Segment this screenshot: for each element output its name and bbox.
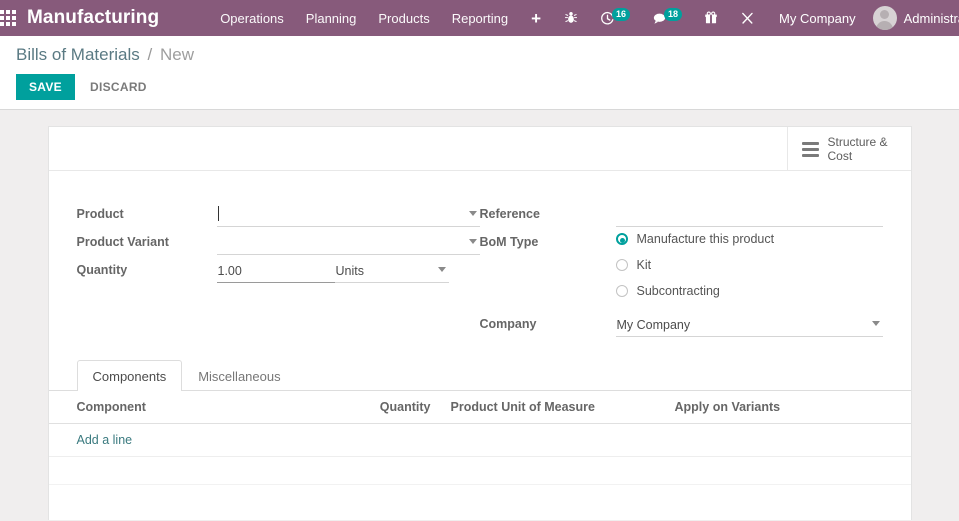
uom-input[interactable] xyxy=(334,259,449,283)
tab-components[interactable]: Components xyxy=(76,360,183,391)
field-product-variant-control xyxy=(216,231,480,255)
apps-menu-button[interactable] xyxy=(0,0,16,36)
field-product-variant-label: Product Variant xyxy=(76,235,169,249)
bom-type-option-subcontracting[interactable]: Subcontracting xyxy=(615,284,883,298)
field-company-control xyxy=(615,313,883,337)
tools-wrench-icon xyxy=(740,11,755,26)
field-reference-control xyxy=(615,203,883,227)
breadcrumb-current-new: New xyxy=(159,45,194,64)
breadcrumb: Bills of Materials / New xyxy=(16,45,943,65)
list-lines-icon xyxy=(801,141,819,157)
field-company-label: Company xyxy=(479,317,537,331)
form-column-right: Reference BoM Type Manufacture this prod… xyxy=(480,203,883,341)
field-product-row: Product xyxy=(77,203,480,228)
top-navbar: Manufacturing Operations Planning Produc… xyxy=(0,0,959,36)
save-button[interactable]: SAVE xyxy=(16,74,75,100)
bom-type-option-kit-label: Kit xyxy=(636,258,652,272)
notebook-tabs: Components Miscellaneous xyxy=(48,359,911,391)
discard-button[interactable]: DISCARD xyxy=(81,74,156,100)
breadcrumb-bills-of-materials[interactable]: Bills of Materials xyxy=(16,45,140,64)
components-table-body: Add a line xyxy=(48,423,911,513)
add-a-line-cell: Add a line xyxy=(48,423,911,457)
tools-menu-button[interactable] xyxy=(729,0,766,36)
menu-item-reporting[interactable]: Reporting xyxy=(441,3,519,34)
column-header-uom: Product Unit of Measure xyxy=(434,391,675,424)
product-input[interactable] xyxy=(216,203,480,227)
field-company-row: Company xyxy=(480,313,883,338)
product-variant-input[interactable] xyxy=(216,231,480,255)
field-quantity-label: Quantity xyxy=(76,263,128,277)
quantity-uom-wrap xyxy=(334,259,449,283)
table-filler-row xyxy=(48,456,911,485)
notebook: Components Miscellaneous Component Quant… xyxy=(48,359,911,513)
form-body: Product Product Variant Quantity 1.00 Un… xyxy=(49,171,911,341)
field-quantity-row: Quantity xyxy=(77,259,480,284)
company-switcher[interactable]: My Company xyxy=(766,11,869,26)
user-menu-button[interactable]: Administrator (d xyxy=(869,6,959,30)
radio-unselected-icon[interactable] xyxy=(615,285,628,297)
quantity-number-wrap xyxy=(216,259,335,283)
activity-menu-button[interactable]: 16 xyxy=(589,0,641,36)
bom-type-option-kit[interactable]: Kit xyxy=(615,258,883,272)
field-bom-type-label: BoM Type xyxy=(479,235,539,249)
radio-selected-icon[interactable] xyxy=(615,233,628,245)
field-reference-row: Reference xyxy=(480,203,883,228)
text-caret xyxy=(217,206,219,221)
add-a-line-row: Add a line xyxy=(48,423,911,457)
avatar xyxy=(872,6,897,30)
stat-button-bar: Structure & Cost xyxy=(48,127,911,171)
radio-unselected-icon[interactable] xyxy=(615,259,628,271)
messages-count-badge: 18 xyxy=(664,7,683,21)
systray: 16 18 My Company Administr xyxy=(553,0,959,36)
field-product-label: Product xyxy=(76,207,124,221)
form-sheet: Structure & Cost Product Product Variant… xyxy=(47,126,912,520)
bom-type-option-manufacture-label: Manufacture this product xyxy=(636,232,775,246)
reference-input[interactable] xyxy=(615,203,883,227)
gift-icon xyxy=(704,11,718,25)
bom-type-option-manufacture[interactable]: Manufacture this product xyxy=(615,232,883,246)
quantity-input[interactable] xyxy=(216,259,335,283)
activity-count-badge: 16 xyxy=(612,7,631,21)
structure-and-cost-label: Structure & Cost xyxy=(827,135,888,163)
apps-grid-icon xyxy=(0,10,16,26)
tab-miscellaneous[interactable]: Miscellaneous xyxy=(182,360,296,391)
components-table-head: Component Quantity Product Unit of Measu… xyxy=(48,391,911,424)
table-header-row: Component Quantity Product Unit of Measu… xyxy=(48,391,911,424)
column-header-variants: Apply on Variants xyxy=(674,391,911,424)
app-brand-manufacturing[interactable]: Manufacturing xyxy=(27,7,159,29)
menu-item-planning[interactable]: Planning xyxy=(295,3,368,34)
form-view-scroll-area: Structure & Cost Product Product Variant… xyxy=(0,110,959,520)
menu-item-products[interactable]: Products xyxy=(367,3,440,34)
components-line-table: Component Quantity Product Unit of Measu… xyxy=(48,391,911,513)
field-product-control xyxy=(216,203,480,227)
add-menu-button[interactable]: + xyxy=(519,6,553,31)
control-panel: Bills of Materials / New SAVE DISCARD xyxy=(0,36,959,110)
table-filler-row xyxy=(49,485,911,513)
column-header-component: Component xyxy=(48,391,349,424)
main-menu: Operations Planning Products Reporting + xyxy=(209,3,553,34)
form-column-left: Product Product Variant Quantity 1.00 Un… xyxy=(77,203,480,341)
structure-and-cost-button[interactable]: Structure & Cost xyxy=(786,127,911,171)
menu-item-operations[interactable]: Operations xyxy=(209,3,295,34)
column-header-quantity: Quantity xyxy=(348,391,435,424)
bom-type-option-subcontracting-label: Subcontracting xyxy=(636,284,720,298)
add-a-line-link[interactable]: Add a line xyxy=(77,433,133,447)
field-quantity-control xyxy=(216,259,480,283)
bom-type-radio-group: Manufacture this product Kit Subcontract… xyxy=(615,231,883,310)
field-product-variant-row: Product Variant xyxy=(77,231,480,256)
debug-bug-button[interactable] xyxy=(553,0,589,36)
breadcrumb-separator: / xyxy=(147,45,153,64)
user-name-label: Administrator (d xyxy=(903,10,959,26)
gift-menu-button[interactable] xyxy=(693,0,729,36)
bug-icon xyxy=(564,11,578,25)
company-input[interactable] xyxy=(615,313,883,337)
record-action-buttons: SAVE DISCARD xyxy=(16,74,943,100)
field-bom-type-row: BoM Type Manufacture this product Kit Su… xyxy=(480,231,883,310)
field-reference-label: Reference xyxy=(479,207,540,221)
messages-menu-button[interactable]: 18 xyxy=(641,0,693,36)
